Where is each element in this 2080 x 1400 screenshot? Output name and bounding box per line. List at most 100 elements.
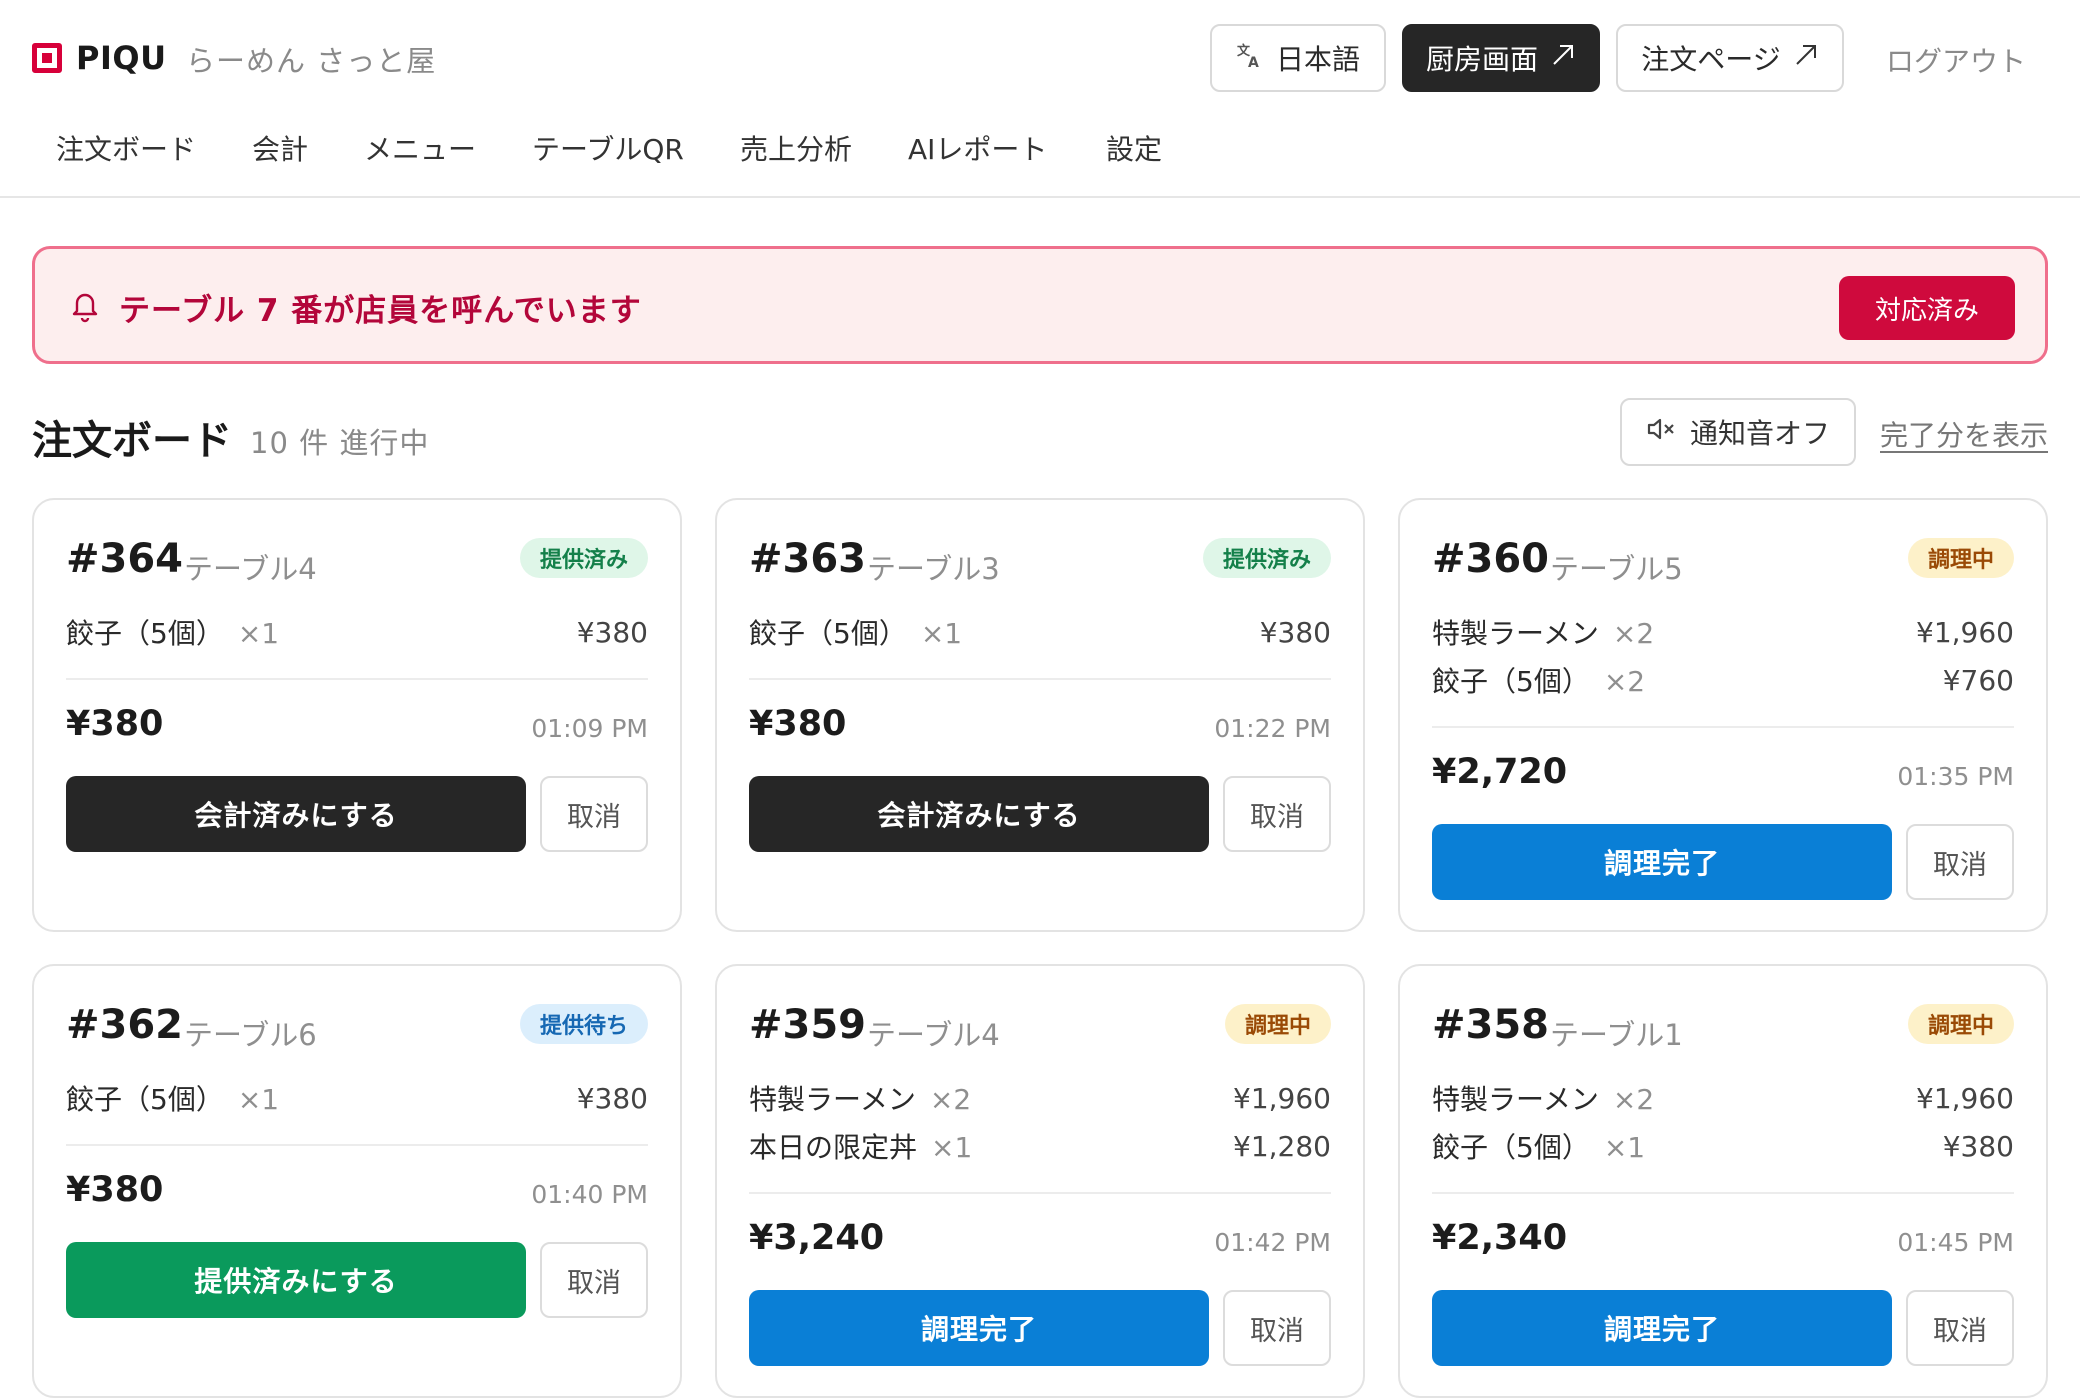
item-name: 餃子（5個） [66, 617, 224, 650]
kitchen-screen-button[interactable]: 厨房画面 [1402, 24, 1600, 92]
staff-call-alert: テーブル 7 番が店員を呼んでいます 対応済み [32, 246, 2048, 364]
status-badge: 提供待ち [519, 1004, 648, 1044]
order-item: 餃子（5個） ×1 ¥380 [66, 612, 648, 652]
item-price: ¥380 [1259, 615, 1331, 649]
order-item: 餃子（5個） ×1 ¥380 [66, 1078, 648, 1118]
table-label: テーブル6 [184, 1018, 317, 1052]
item-name: 餃子（5個） [1432, 1131, 1590, 1164]
item-price: ¥760 [1942, 663, 2014, 697]
speaker-muted-icon [1646, 415, 1678, 450]
item-name: 本日の限定丼 [749, 1131, 918, 1164]
order-item: 特製ラーメン ×2 ¥1,960 [749, 1078, 1331, 1118]
order-time: 01:09 PM [531, 714, 648, 743]
order-total: ¥380 [66, 1170, 164, 1210]
nav-item-settings[interactable]: 設定 [1106, 128, 1162, 168]
status-badge: 調理中 [1907, 1004, 2014, 1044]
divider [66, 1144, 648, 1146]
status-badge: 調理中 [1224, 1004, 1331, 1044]
status-badge: 提供済み [1202, 538, 1331, 578]
order-total: ¥380 [66, 704, 164, 744]
mark-served-button[interactable]: 提供済みにする [66, 1242, 526, 1318]
order-item: 餃子（5個） ×2 ¥760 [1432, 660, 2014, 700]
resolved-button[interactable]: 対応済み [1839, 276, 2015, 340]
item-name: 特製ラーメン [749, 1083, 916, 1116]
status-badge: 提供済み [519, 538, 648, 578]
sound-off-button[interactable]: 通知音オフ [1620, 398, 1856, 466]
table-label: テーブル4 [184, 552, 317, 586]
logout-link[interactable]: ログアウト [1886, 40, 2026, 80]
item-name: 餃子（5個） [749, 617, 907, 650]
item-price: ¥380 [1942, 1129, 2014, 1163]
nav-item-ai-report[interactable]: AIレポート [908, 128, 1047, 168]
main-nav: 注文ボード 会計 メニュー テーブルQR 売上分析 AIレポート 設定 [0, 114, 2080, 198]
in-progress-count: 10 件 進行中 [250, 426, 430, 460]
order-time: 01:35 PM [1897, 762, 2014, 791]
external-link-icon [1550, 42, 1576, 75]
table-label: テーブル5 [1550, 552, 1683, 586]
language-button[interactable]: 文 A 日本語 [1210, 24, 1386, 92]
order-number: #363 [749, 536, 867, 582]
mark-paid-button[interactable]: 会計済みにする [66, 776, 526, 852]
order-total: ¥380 [749, 704, 847, 744]
item-qty: ×1 [237, 1083, 280, 1116]
logo-text: PIQU [76, 39, 167, 77]
order-page-button[interactable]: 注文ページ [1616, 24, 1844, 92]
item-qty: ×2 [929, 1083, 972, 1116]
item-name: 餃子（5個） [66, 1083, 224, 1116]
order-item: 特製ラーメン ×2 ¥1,960 [1432, 612, 2014, 652]
alert-message: テーブル 7 番が店員を呼んでいます [119, 293, 642, 329]
nav-item-checkout[interactable]: 会計 [252, 128, 308, 168]
item-qty: ×2 [1603, 665, 1646, 698]
table-label: テーブル1 [1550, 1018, 1683, 1052]
order-card: #358 テーブル1 調理中 特製ラーメン ×2 ¥1,960 餃子（5個） ×1 … [1398, 964, 2048, 1398]
item-qty: ×1 [237, 617, 280, 650]
sound-off-label: 通知音オフ [1689, 417, 1830, 450]
divider [1432, 726, 2014, 728]
cancel-button[interactable]: 取消 [540, 776, 648, 852]
item-name: 特製ラーメン [1432, 1083, 1599, 1116]
cancel-button[interactable]: 取消 [1223, 776, 1331, 852]
order-time: 01:42 PM [1214, 1228, 1331, 1257]
item-qty: ×1 [920, 617, 963, 650]
nav-item-order-board[interactable]: 注文ボード [56, 128, 196, 168]
external-link-icon [1793, 42, 1819, 75]
nav-item-menu[interactable]: メニュー [364, 128, 476, 168]
top-bar: PIQU らーめん さっと屋 文 A 日本語 厨房画面 注文ページ ログアウト [0, 0, 2080, 114]
order-item: 特製ラーメン ×2 ¥1,960 [1432, 1078, 2014, 1118]
order-item: 餃子（5個） ×1 ¥380 [749, 612, 1331, 652]
nav-item-table-qr[interactable]: テーブルQR [532, 128, 684, 168]
item-price: ¥380 [576, 615, 648, 649]
item-price: ¥1,960 [1916, 615, 2014, 649]
order-time: 01:45 PM [1897, 1228, 2014, 1257]
mark-paid-button[interactable]: 会計済みにする [749, 776, 1209, 852]
table-label: テーブル3 [867, 552, 1000, 586]
show-completed-link[interactable]: 完了分を表示 [1880, 414, 2048, 454]
item-qty: ×2 [1612, 617, 1655, 650]
order-total: ¥2,720 [1432, 752, 1568, 792]
cancel-button[interactable]: 取消 [1223, 1290, 1331, 1366]
item-name: 特製ラーメン [1432, 617, 1599, 650]
logo[interactable]: PIQU [32, 39, 167, 77]
item-price: ¥1,280 [1233, 1129, 1331, 1163]
order-card: #360 テーブル5 調理中 特製ラーメン ×2 ¥1,960 餃子（5個） ×2 … [1398, 498, 2048, 932]
svg-text:A: A [1248, 55, 1259, 69]
order-time: 01:22 PM [1214, 714, 1331, 743]
order-card: #364 テーブル4 提供済み 餃子（5個） ×1 ¥380 ¥380 01:09… [32, 498, 682, 932]
cancel-button[interactable]: 取消 [1906, 1290, 2014, 1366]
order-number: #364 [66, 536, 184, 582]
kitchen-screen-label: 厨房画面 [1425, 43, 1538, 76]
order-page-label: 注文ページ [1641, 43, 1781, 76]
cooking-done-button[interactable]: 調理完了 [749, 1290, 1209, 1366]
cancel-button[interactable]: 取消 [1906, 824, 2014, 900]
order-number: #362 [66, 1002, 184, 1048]
nav-item-sales-analysis[interactable]: 売上分析 [740, 128, 852, 168]
cooking-done-button[interactable]: 調理完了 [1432, 824, 1892, 900]
cooking-done-button[interactable]: 調理完了 [1432, 1290, 1892, 1366]
shop-name: らーめん さっと屋 [186, 44, 437, 78]
item-price: ¥1,960 [1233, 1081, 1331, 1115]
bell-icon [69, 289, 101, 323]
order-time: 01:40 PM [531, 1180, 648, 1209]
table-label: テーブル4 [867, 1018, 1000, 1052]
item-name: 餃子（5個） [1432, 665, 1590, 698]
cancel-button[interactable]: 取消 [540, 1242, 648, 1318]
